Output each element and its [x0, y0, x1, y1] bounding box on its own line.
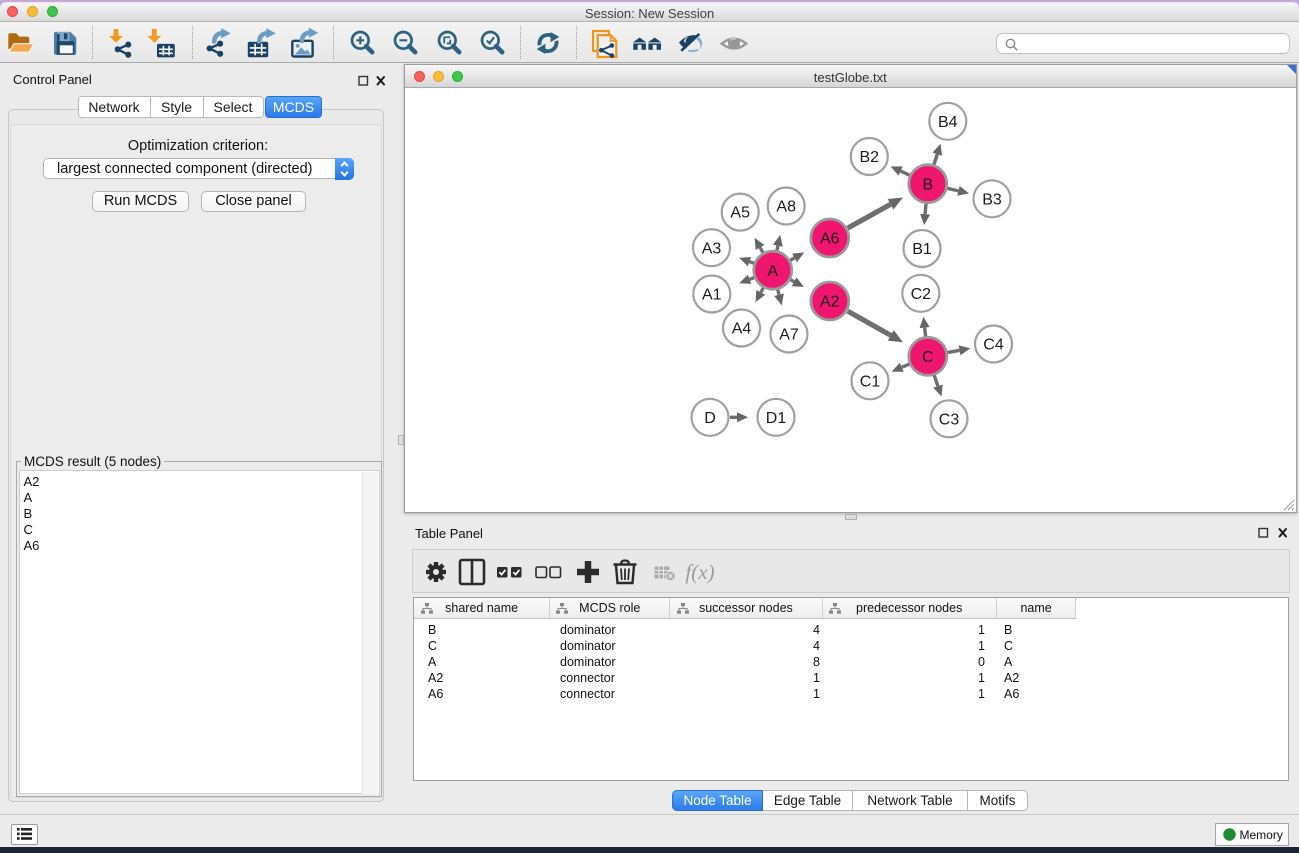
- svg-text:B2: B2: [859, 149, 879, 166]
- svg-text:C4: C4: [983, 336, 1004, 353]
- svg-text:A1: A1: [702, 286, 722, 303]
- svg-text:A4: A4: [731, 320, 751, 337]
- svg-text:C1: C1: [859, 373, 880, 390]
- svg-text:D: D: [704, 409, 716, 426]
- svg-text:A6: A6: [820, 230, 840, 247]
- svg-text:B1: B1: [912, 241, 932, 258]
- svg-text:f(x): f(x): [685, 560, 714, 584]
- svg-text:A7: A7: [779, 326, 799, 343]
- svg-text:A2: A2: [820, 293, 840, 310]
- svg-text:A3: A3: [701, 240, 721, 257]
- svg-text:C: C: [922, 348, 934, 365]
- svg-text:B4: B4: [938, 113, 958, 130]
- svg-text:C2: C2: [910, 285, 931, 302]
- svg-text:C3: C3: [938, 411, 959, 428]
- svg-text:A8: A8: [776, 198, 796, 215]
- svg-text:A5: A5: [730, 204, 750, 221]
- svg-text:B3: B3: [982, 191, 1002, 208]
- svg-text:B: B: [922, 176, 933, 193]
- svg-text:A: A: [767, 262, 778, 279]
- svg-text:D1: D1: [765, 409, 786, 426]
